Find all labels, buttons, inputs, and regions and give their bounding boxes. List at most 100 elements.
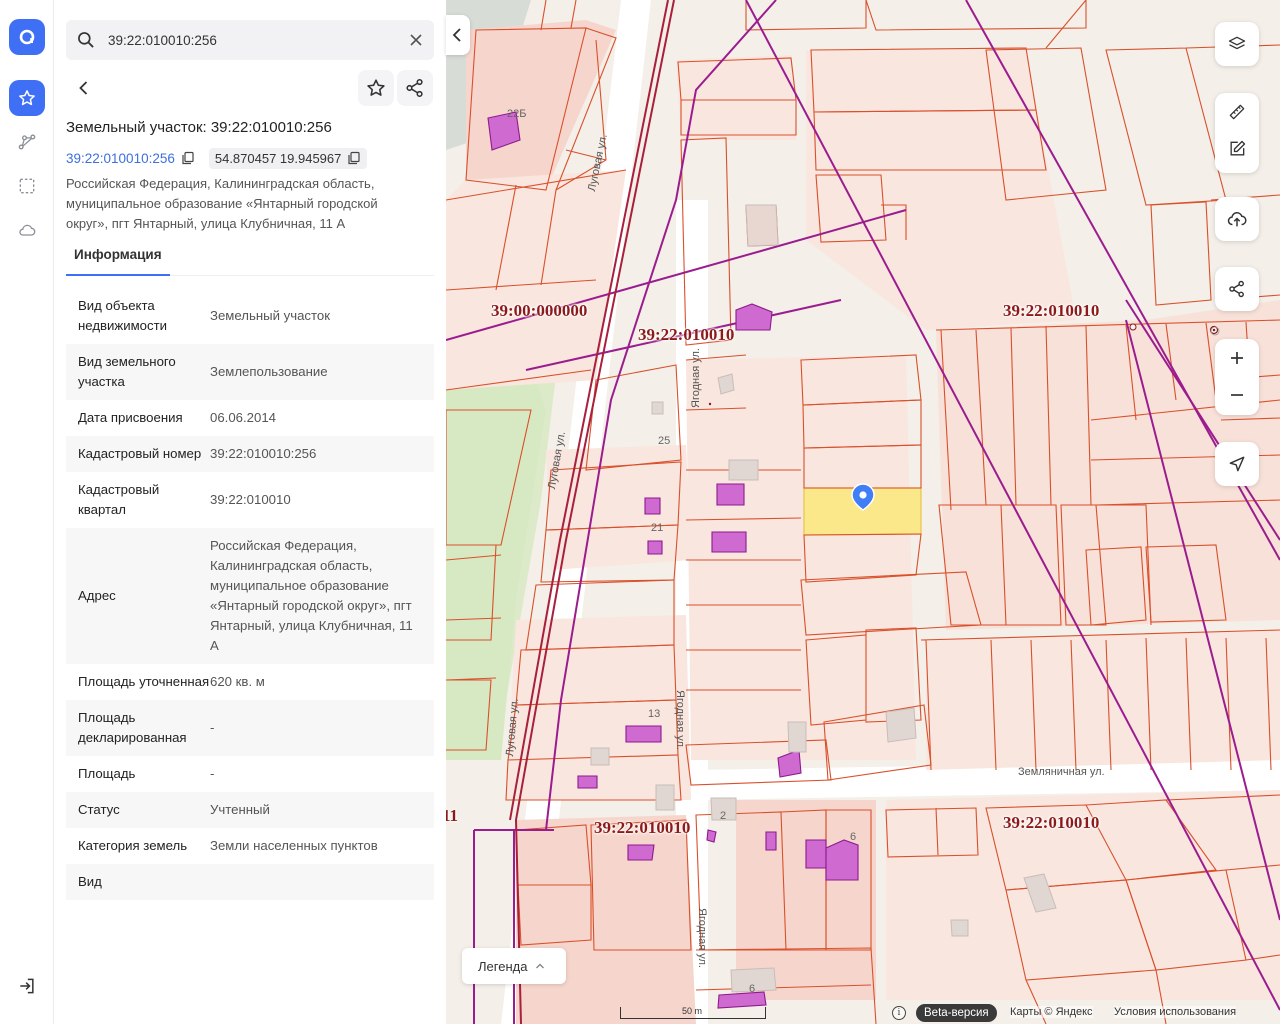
back-button[interactable] bbox=[66, 70, 102, 106]
left-rail bbox=[0, 0, 54, 1024]
info-value: 06.06.2014 bbox=[210, 410, 277, 425]
map-copyright[interactable]: Карты © Яндекс bbox=[1010, 1006, 1093, 1018]
chevron-left-icon bbox=[79, 81, 88, 95]
quarter-label: 39:22:010010 bbox=[594, 818, 691, 837]
area-select-icon[interactable] bbox=[9, 168, 45, 204]
info-row: Кадастровый номер 39:22:010010:256 bbox=[66, 436, 434, 472]
zoom-in-button[interactable] bbox=[1215, 339, 1259, 376]
info-value: - bbox=[210, 720, 215, 735]
beta-badge: Beta-версия bbox=[916, 1004, 997, 1022]
share-icon bbox=[406, 78, 423, 98]
info-value: Учтенный bbox=[210, 802, 270, 817]
edit-button[interactable] bbox=[1215, 130, 1259, 167]
zoom-out-button[interactable] bbox=[1215, 376, 1259, 413]
info-value: Земли населенных пунктов bbox=[210, 838, 378, 853]
logout-icon[interactable] bbox=[9, 968, 45, 1004]
info-key: Площадь уточненная bbox=[78, 674, 210, 689]
object-title: Земельный участок: 39:22:010010:256 bbox=[66, 119, 332, 136]
draw-tools-group bbox=[1215, 93, 1259, 173]
chevron-up-icon bbox=[536, 963, 545, 969]
map-share-button[interactable] bbox=[1215, 267, 1259, 311]
info-value: Земельный участок bbox=[210, 308, 331, 323]
info-row: Категория земель Земли населенных пунктов bbox=[66, 828, 434, 864]
search-input[interactable] bbox=[108, 32, 388, 48]
info-key: Дата присвоения bbox=[78, 410, 183, 425]
cloud-upload-icon bbox=[1227, 212, 1247, 227]
app-logo-icon[interactable] bbox=[9, 19, 45, 55]
zoom-group bbox=[1215, 339, 1259, 415]
info-row: Вид bbox=[66, 864, 434, 900]
house-number: 2 bbox=[720, 810, 727, 822]
quarter-label: 11 bbox=[446, 806, 459, 825]
info-key: Вид объекта недвижимости bbox=[78, 298, 167, 333]
info-key: Площадь декларированная bbox=[78, 710, 187, 745]
geolocation-button[interactable] bbox=[1215, 442, 1259, 486]
info-key: Вид bbox=[78, 874, 102, 889]
info-value: - bbox=[210, 766, 215, 781]
add-favorite-button[interactable] bbox=[358, 70, 394, 106]
chevron-left-icon bbox=[452, 28, 461, 42]
street-label: Ягодная ул. bbox=[674, 690, 686, 750]
info-key: Статус bbox=[78, 802, 120, 817]
info-key: Площадь bbox=[78, 766, 136, 781]
info-value: 39:22:010010:256 bbox=[210, 446, 317, 461]
copy-coordinates-icon[interactable] bbox=[347, 151, 361, 165]
coordinates-chip: 54.870457 19.945967 bbox=[208, 147, 368, 169]
info-key: Кадастровый квартал bbox=[78, 482, 160, 517]
object-address: Российская Федерация, Калининградская об… bbox=[66, 176, 378, 231]
scale-label: 50 m bbox=[682, 1006, 703, 1016]
street-label: Ягодная ул. bbox=[690, 348, 702, 408]
cloud-icon[interactable] bbox=[9, 212, 45, 248]
quarter-label: 39:22:010010 bbox=[1003, 301, 1100, 320]
cadastral-map[interactable]: 39:00:000000 39:22:010010 39:22:010010 3… bbox=[446, 0, 1280, 1024]
info-row: Дата присвоения 06.06.2014 bbox=[66, 400, 434, 436]
map-canvas bbox=[446, 0, 1280, 1024]
close-icon[interactable] bbox=[408, 32, 424, 48]
info-table: Вид объекта недвижимости Земельный участо… bbox=[66, 288, 434, 900]
navigation-arrow-icon bbox=[1229, 456, 1245, 472]
layers-icon bbox=[1228, 36, 1246, 50]
search-icon bbox=[78, 32, 94, 48]
info-key: Категория земель bbox=[78, 838, 188, 853]
info-row: Кадастровый квартал 39:22:010010 bbox=[66, 472, 434, 528]
tab-bar: Информация bbox=[66, 238, 434, 276]
tab-information[interactable]: Информация bbox=[66, 238, 170, 276]
ruler-button[interactable] bbox=[1215, 93, 1259, 130]
info-row: Вид объекта недвижимости Земельный участо… bbox=[66, 288, 434, 344]
info-key: Вид земельного участка bbox=[78, 354, 176, 389]
house-number: 6 bbox=[850, 831, 857, 843]
copy-icon[interactable] bbox=[181, 151, 195, 165]
info-key: Адрес bbox=[78, 588, 116, 603]
edit-icon bbox=[1230, 140, 1246, 155]
house-number: 25 bbox=[658, 435, 671, 447]
search-bar bbox=[66, 20, 434, 60]
info-key: Кадастровый номер bbox=[78, 446, 202, 461]
house-number: 6 bbox=[749, 983, 756, 995]
street-label: Ягодная ул. bbox=[696, 908, 708, 968]
upload-button[interactable] bbox=[1215, 197, 1259, 241]
info-row: Площадь уточненная 620 кв. м bbox=[66, 664, 434, 700]
share-button[interactable] bbox=[397, 70, 433, 106]
info-icon[interactable]: i bbox=[892, 1006, 906, 1020]
coordinates-value: 54.870457 19.945967 bbox=[214, 150, 342, 166]
minus-icon bbox=[1231, 393, 1243, 396]
star-icon bbox=[367, 79, 385, 96]
share-icon bbox=[1229, 280, 1244, 298]
info-row: Адрес Российская Федерация, Калининградск… bbox=[66, 528, 434, 664]
house-number: 21 bbox=[651, 522, 664, 534]
legend-button[interactable]: Легенда bbox=[462, 948, 566, 984]
route-nodes-icon[interactable] bbox=[9, 124, 45, 160]
cadastral-number-link[interactable]: 39:22:010010:256 bbox=[66, 151, 175, 166]
favorites-star-icon[interactable] bbox=[9, 80, 45, 116]
info-row: Площадь - bbox=[66, 756, 434, 792]
ruler-icon bbox=[1229, 104, 1245, 119]
quarter-label: 39:22:010010 bbox=[638, 325, 735, 344]
house-number: 22Б bbox=[507, 108, 527, 120]
object-info-panel: Земельный участок: 39:22:010010:256 39:2… bbox=[54, 0, 446, 1024]
info-value: Землепользование bbox=[210, 364, 328, 379]
info-row: Площадь декларированная - bbox=[66, 700, 434, 756]
terms-link[interactable]: Условия использования bbox=[1114, 1006, 1237, 1018]
info-value: 39:22:010010 bbox=[210, 492, 291, 507]
collapse-panel-button[interactable] bbox=[446, 15, 470, 55]
layers-button[interactable] bbox=[1215, 22, 1259, 66]
